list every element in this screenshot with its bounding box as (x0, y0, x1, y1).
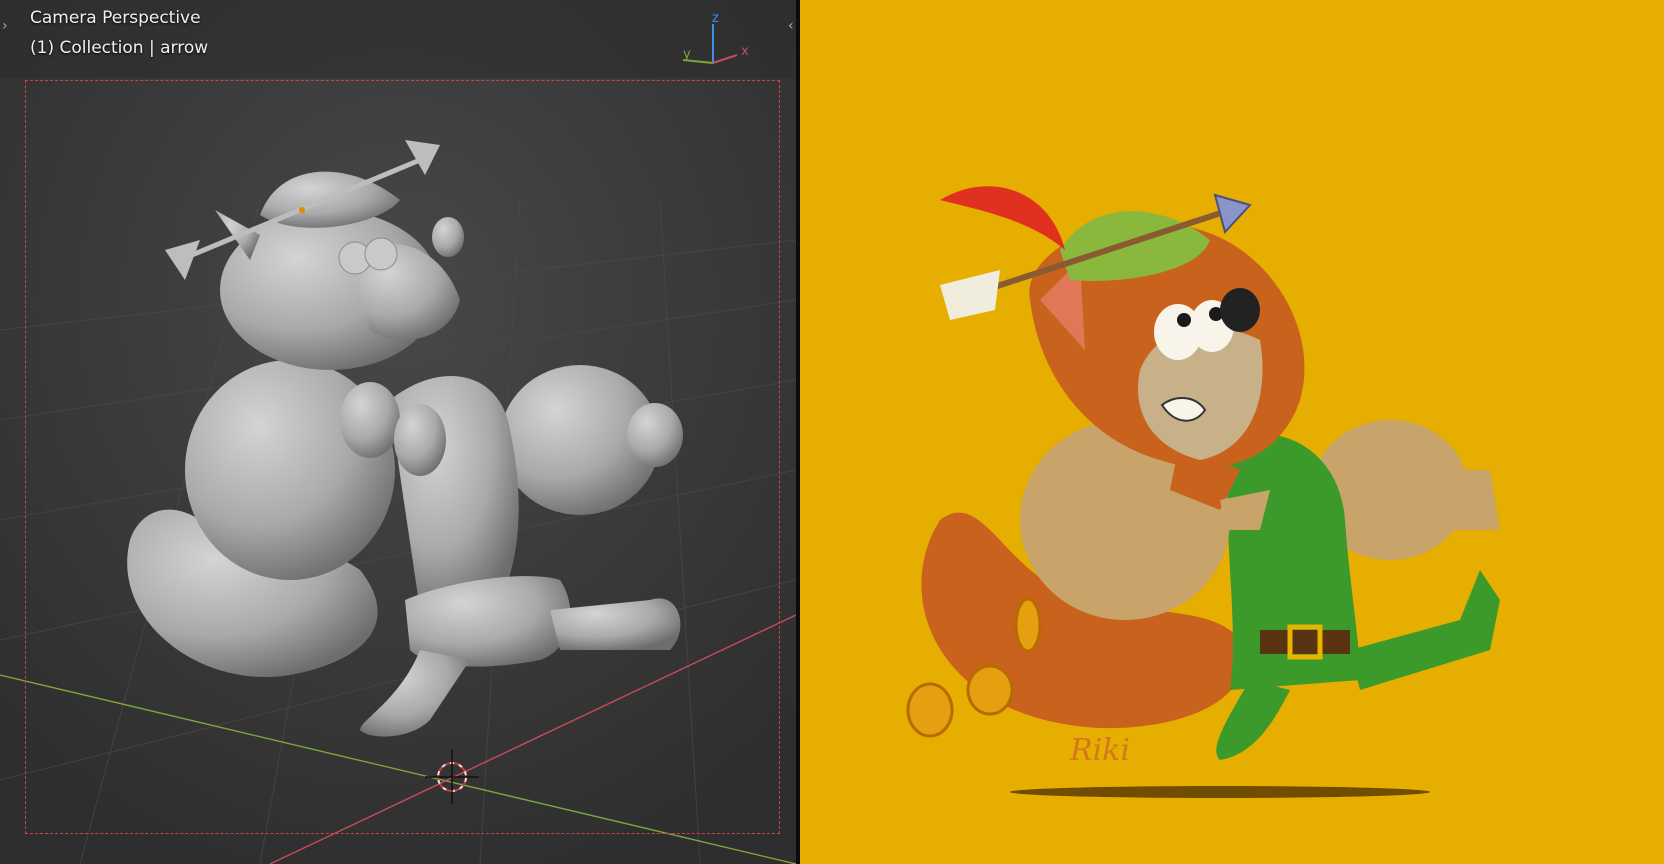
fox-illustration: Riki (800, 0, 1664, 864)
camera-frame (25, 80, 780, 834)
collection-label: (1) Collection | arrow (30, 38, 209, 58)
gizmo-y-label[interactable]: y (683, 47, 691, 62)
coin (906, 682, 954, 738)
fox-nose (1220, 288, 1260, 332)
reference-image-panel: Riki (800, 0, 1664, 864)
fox-pupil-left (1177, 313, 1191, 327)
ground-shadow (1010, 786, 1430, 798)
gizmo-z-label[interactable]: z (712, 11, 719, 26)
gizmo-x-label[interactable]: x (741, 44, 749, 59)
coin (966, 664, 1014, 716)
toolbar-expand-icon[interactable]: › (2, 18, 8, 34)
artist-signature: Riki (1069, 733, 1130, 768)
fox-belt (1260, 630, 1350, 654)
coin (1014, 597, 1042, 653)
3d-viewport[interactable]: › ‹ Camera Perspective (1) Collection | … (0, 0, 796, 864)
navigation-gizmo[interactable]: z y x (675, 8, 755, 72)
gizmo-x-axis (712, 54, 738, 64)
fox-hand-right (1440, 470, 1500, 530)
sidebar-expand-icon[interactable]: ‹ (788, 18, 794, 34)
view-name-label: Camera Perspective (30, 8, 201, 28)
